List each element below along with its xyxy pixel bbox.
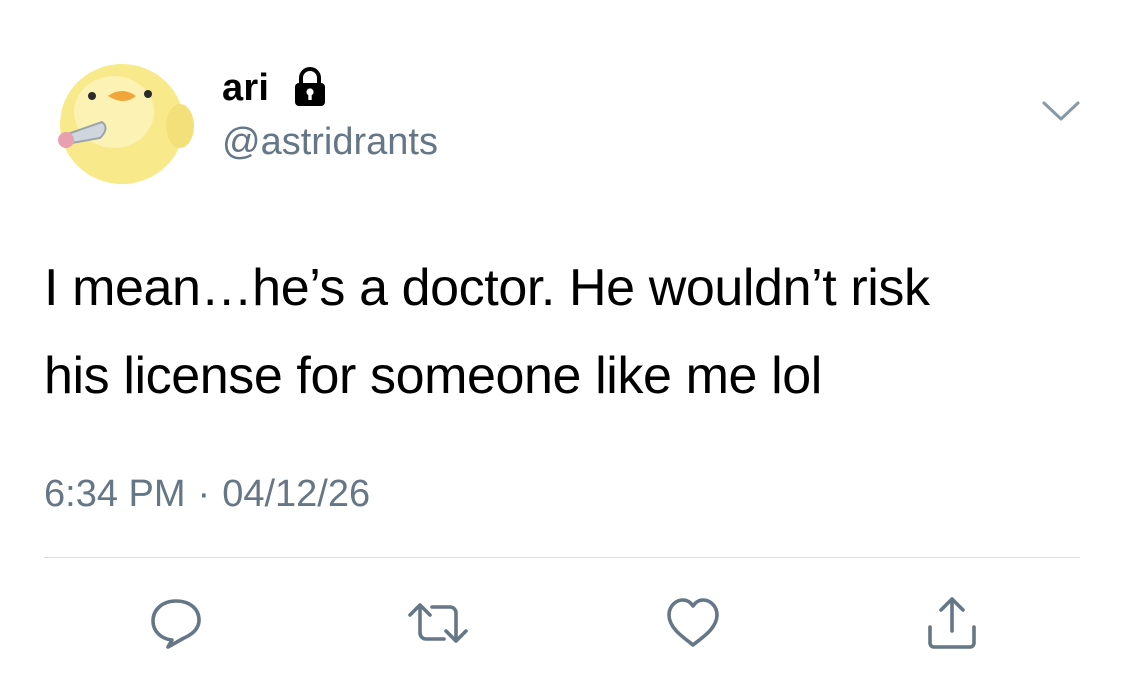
- tweet-text-line: I mean…he’s a doctor. He wouldn’t risk: [44, 259, 930, 317]
- meta-separator: ·: [197, 473, 211, 515]
- comment-icon[interactable]: [148, 595, 204, 651]
- divider: [44, 557, 1080, 558]
- display-name[interactable]: ari: [222, 66, 269, 110]
- tweet-text-line: his license for someone like me lol: [44, 347, 822, 405]
- share-icon[interactable]: [924, 595, 980, 651]
- avatar[interactable]: [44, 40, 200, 196]
- user-handle[interactable]: @astridrants: [222, 120, 438, 164]
- tweet-timestamp: 6:34 PM · 04/12/26: [44, 472, 370, 516]
- chevron-down-icon[interactable]: [1040, 96, 1082, 126]
- lock-icon: [295, 67, 325, 106]
- retweet-icon[interactable]: [406, 595, 470, 651]
- tweet-date: 04/12/26: [222, 473, 371, 515]
- heart-icon[interactable]: [664, 595, 722, 651]
- tweet-time: 6:34 PM: [44, 473, 186, 515]
- chick-avatar-icon: [44, 40, 200, 196]
- tweet-text: I mean…he’s a doctor. He wouldn’t risk h…: [44, 244, 1094, 420]
